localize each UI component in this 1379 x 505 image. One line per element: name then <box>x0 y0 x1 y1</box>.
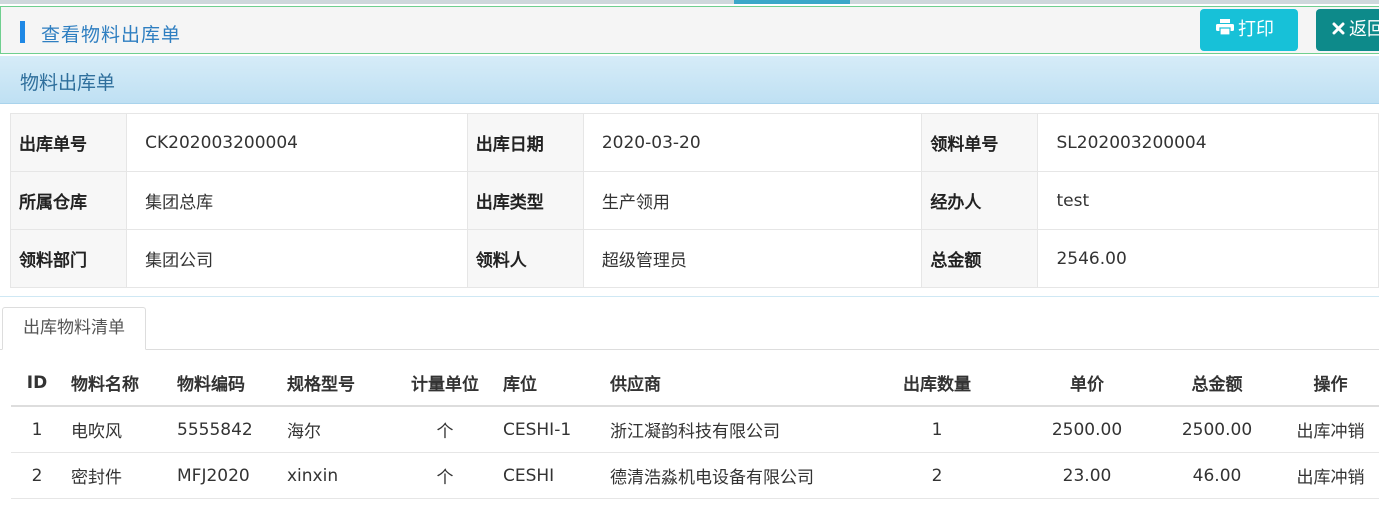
info-value: 2020-03-20 <box>582 113 923 172</box>
back-button[interactable]: 返回 <box>1316 9 1379 51</box>
info-label: 经办人 <box>921 171 1039 230</box>
back-button-label: 返回 <box>1349 19 1379 40</box>
cell-total: 46.00 <box>1152 452 1282 499</box>
info-label: 总金额 <box>921 229 1039 288</box>
cell-spec: 海尔 <box>279 406 395 453</box>
info-label: 领料人 <box>466 229 584 288</box>
table-row: 2 密封件 MFJ2020 xinxin 个 CESHI 德清浩淼机电设备有限公… <box>11 452 1379 499</box>
column-header-code: 物料编码 <box>169 360 279 407</box>
info-value: SL202003200004 <box>1037 113 1379 172</box>
cell-id: 1 <box>11 406 63 453</box>
active-window-tab-indicator <box>734 0 850 4</box>
column-header-name: 物料名称 <box>63 360 169 407</box>
cell-supplier: 浙江凝韵科技有限公司 <box>602 406 852 453</box>
material-name-link[interactable]: 电吹风 <box>63 406 169 453</box>
info-value: CK202003200004 <box>126 113 468 172</box>
info-label: 领料单号 <box>921 113 1039 172</box>
panel-divider <box>0 296 1379 297</box>
column-header-spec: 规格型号 <box>279 360 395 407</box>
material-name-link[interactable]: 密封件 <box>63 452 169 499</box>
info-label: 出库类型 <box>466 171 584 230</box>
column-header-total: 总金额 <box>1152 360 1282 407</box>
reverse-outbound-link[interactable]: 出库冲销 <box>1282 452 1379 499</box>
info-row: 领料部门 集团公司 领料人 超级管理员 总金额 2546.00 <box>9 229 1379 288</box>
materials-table: ID 物料名称 物料编码 规格型号 计量单位 库位 供应商 出库数量 单价 总金… <box>11 360 1379 499</box>
cell-qty: 1 <box>852 406 1022 453</box>
column-header-location: 库位 <box>495 360 602 407</box>
page-title: 查看物料出库单 <box>41 24 182 46</box>
tab-bar-line <box>0 349 1379 350</box>
info-row: 出库单号 CK202003200004 出库日期 2020-03-20 领料单号… <box>9 113 1379 172</box>
cell-supplier: 德清浩淼机电设备有限公司 <box>602 452 852 499</box>
cell-location: CESHI-1 <box>495 406 602 453</box>
cell-price: 23.00 <box>1022 452 1152 499</box>
info-label: 出库日期 <box>466 113 584 172</box>
column-header-id: ID <box>11 360 63 407</box>
info-value: test <box>1037 171 1379 230</box>
info-label: 所属仓库 <box>9 171 128 230</box>
table-header-row: ID 物料名称 物料编码 规格型号 计量单位 库位 供应商 出库数量 单价 总金… <box>11 360 1379 407</box>
close-icon <box>1332 9 1345 51</box>
window-tab-strip <box>0 0 1379 4</box>
info-value: 集团总库 <box>126 171 468 230</box>
page-header: 查看物料出库单 <box>0 6 1379 54</box>
print-button-label: 打印 <box>1238 19 1274 40</box>
cell-total: 2500.00 <box>1152 406 1282 453</box>
reverse-outbound-link[interactable]: 出库冲销 <box>1282 406 1379 453</box>
column-header-supplier: 供应商 <box>602 360 852 407</box>
print-button[interactable]: 打印 <box>1200 9 1298 51</box>
cell-unit: 个 <box>395 406 495 453</box>
cell-unit: 个 <box>395 452 495 499</box>
panel-heading: 物料出库单 <box>0 56 1379 104</box>
order-info-table: 出库单号 CK202003200004 出库日期 2020-03-20 领料单号… <box>9 113 1379 288</box>
info-row: 所属仓库 集团总库 出库类型 生产领用 经办人 test <box>9 171 1379 230</box>
cell-code: MFJ2020 <box>169 452 279 499</box>
column-header-unit: 计量单位 <box>395 360 495 407</box>
table-row: 1 电吹风 5555842 海尔 个 CESHI-1 浙江凝韵科技有限公司 1 … <box>11 406 1379 453</box>
info-value: 生产领用 <box>582 171 923 230</box>
column-header-price: 单价 <box>1022 360 1152 407</box>
info-value: 超级管理员 <box>582 229 923 288</box>
info-label: 出库单号 <box>9 113 128 172</box>
cell-qty: 2 <box>852 452 1022 499</box>
column-header-action: 操作 <box>1282 360 1379 407</box>
tab-outbound-materials[interactable]: 出库物料清单 <box>2 307 146 350</box>
cell-code: 5555842 <box>169 406 279 453</box>
title-accent-bar <box>20 21 25 43</box>
panel-title: 物料出库单 <box>20 72 116 94</box>
info-value: 2546.00 <box>1037 229 1379 288</box>
cell-spec: xinxin <box>279 452 395 499</box>
cell-location: CESHI <box>495 452 602 499</box>
info-value: 集团公司 <box>126 229 468 288</box>
info-label: 领料部门 <box>9 229 128 288</box>
printer-icon <box>1216 9 1234 51</box>
column-header-qty: 出库数量 <box>852 360 1022 407</box>
cell-id: 2 <box>11 452 63 499</box>
cell-price: 2500.00 <box>1022 406 1152 453</box>
